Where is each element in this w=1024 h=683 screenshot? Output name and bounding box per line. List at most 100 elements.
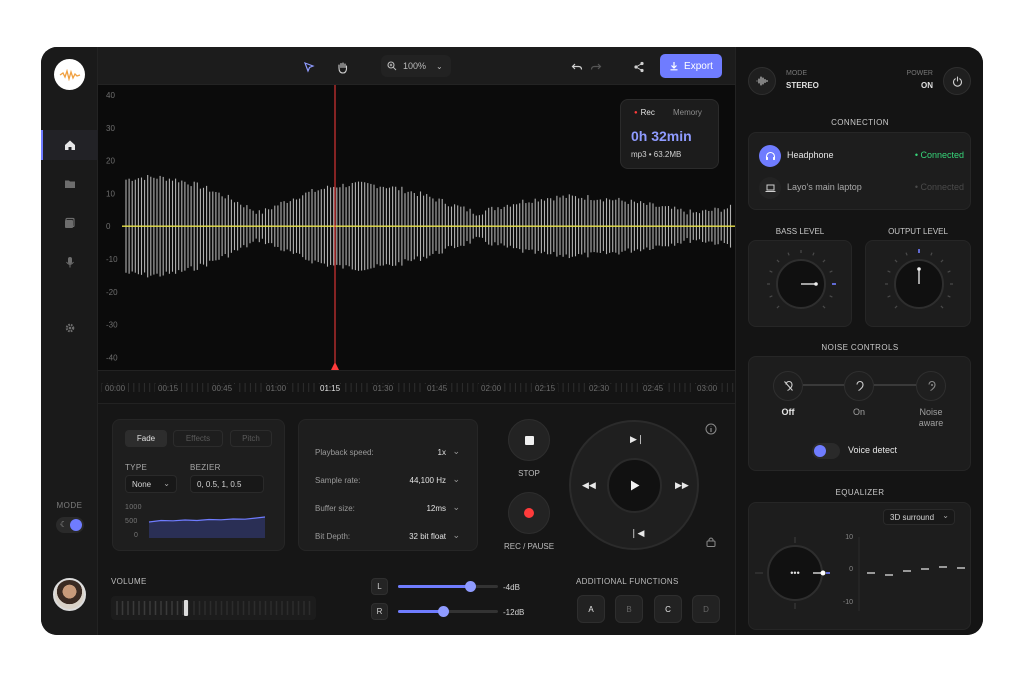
noise-option-aware[interactable]: Noise aware <box>906 407 956 429</box>
chart-tick-500: 500 <box>125 518 138 525</box>
mode-label: MODE <box>56 501 83 510</box>
left-volume-value: -4dB <box>503 583 520 592</box>
setting-row[interactable]: Sample rate: 44,100 Hz ⌄ <box>315 473 460 489</box>
chevron-down-icon: ⌄ <box>452 474 460 484</box>
jog-wheel[interactable]: ▶❘ ◀◀ ▶▶ ❘◀ <box>569 420 699 550</box>
microphone-icon <box>65 257 74 268</box>
noise-off-button[interactable] <box>773 371 803 401</box>
setting-row[interactable]: Buffer size: 12ms ⌄ <box>315 501 460 517</box>
setting-row[interactable]: Bit Depth: 32 bit float ⌄ <box>315 529 460 545</box>
knob-tick <box>905 252 908 256</box>
timeline-label: 02:15 <box>532 384 559 393</box>
soundwave-icon <box>756 76 768 86</box>
sidebar-item-files[interactable] <box>41 169 98 199</box>
knob-tick <box>769 270 773 273</box>
setting-label: Bit Depth: <box>315 532 351 541</box>
y-tick-label: 0 <box>106 222 111 231</box>
hand-tool-icon[interactable] <box>333 58 351 76</box>
waveform-area[interactable]: 40 30 20 10 0 -10 -20 -30 -40 Rec Memory 0h 32mi… <box>98 85 735 370</box>
setting-row[interactable]: Playback speed: 1x ⌄ <box>315 445 460 461</box>
share-icon[interactable] <box>630 58 648 76</box>
knob-tick <box>822 305 826 309</box>
output-knob[interactable] <box>866 241 972 328</box>
noise-on-button[interactable] <box>844 371 874 401</box>
y-tick-label: 40 <box>106 91 115 100</box>
function-button-a[interactable]: A <box>577 595 605 623</box>
play-icon <box>630 480 639 491</box>
right-volume-slider[interactable] <box>398 606 498 617</box>
bezier-input[interactable]: 0, 0.5, 1, 0.5 <box>190 475 264 493</box>
setting-label: Buffer size: <box>315 504 355 513</box>
volume-meter[interactable] <box>111 594 321 622</box>
noise-aware-button[interactable] <box>916 371 946 401</box>
noise-option-off[interactable]: Off <box>763 407 813 417</box>
sidebar-item-record[interactable] <box>41 247 98 277</box>
export-button[interactable]: Export <box>660 54 722 78</box>
device-name: Headphone <box>787 150 834 160</box>
play-button[interactable] <box>607 458 662 513</box>
setting-label: Playback speed: <box>315 448 374 457</box>
right-channel-badge: R <box>371 603 388 620</box>
voice-detect-toggle[interactable] <box>812 443 840 459</box>
timeline-label: 02:00 <box>478 384 505 393</box>
tab-fade[interactable]: Fade <box>125 430 167 447</box>
equalizer-card: 3D surround ⌄ ••• 10 0 -10 <box>748 502 971 630</box>
type-select[interactable]: None ⌄ <box>125 475 177 493</box>
noise-option-on[interactable]: On <box>834 407 884 417</box>
tab-memory[interactable]: Memory <box>673 108 702 117</box>
skip-previous-icon[interactable]: ❘◀ <box>630 528 644 539</box>
timeline-label: 02:30 <box>586 384 613 393</box>
eq-tick-neg10: -10 <box>842 599 853 606</box>
bass-level-card <box>748 240 852 327</box>
sidebar-item-library[interactable] <box>41 208 98 238</box>
pointer-tool-icon[interactable] <box>300 58 318 76</box>
playhead-marker[interactable] <box>331 362 339 370</box>
rewind-icon[interactable]: ◀◀ <box>582 480 596 491</box>
left-volume-slider[interactable] <box>398 581 498 592</box>
tab-effects[interactable]: Effects <box>173 430 223 447</box>
fast-forward-icon[interactable]: ▶▶ <box>675 480 689 491</box>
left-slider-knob[interactable] <box>465 581 476 592</box>
knob-tick <box>776 259 780 263</box>
undo-icon[interactable] <box>568 58 586 76</box>
device-headphone[interactable]: Headphone • Connected <box>757 145 964 167</box>
lock-icon[interactable] <box>706 536 716 547</box>
zoom-dropdown[interactable]: 100% ⌄ <box>381 55 451 77</box>
function-button-c[interactable]: C <box>654 595 682 623</box>
right-slider-knob[interactable] <box>438 606 449 617</box>
noise-controls-title: NOISE CONTROLS <box>821 343 899 352</box>
device-laptop[interactable]: Layo's main laptop • Connected <box>757 177 964 199</box>
redo-icon[interactable] <box>587 58 605 76</box>
fade-curve-chart <box>148 516 266 538</box>
skip-next-icon[interactable]: ▶❘ <box>630 434 644 445</box>
bass-knob[interactable] <box>749 241 853 328</box>
function-button-d[interactable]: D <box>692 595 720 623</box>
timeline-label: 03:00 <box>694 384 721 393</box>
eq-knob-dot <box>820 570 826 576</box>
sidebar-item-home[interactable] <box>41 130 98 160</box>
output-level-title: OUTPUT LEVEL <box>888 227 948 236</box>
knob-pointer-dot <box>917 267 921 271</box>
info-icon[interactable] <box>705 423 717 435</box>
equalizer-controls[interactable]: ••• <box>749 503 972 631</box>
volume-meter-handle[interactable] <box>184 600 188 616</box>
sidebar-item-settings[interactable] <box>41 313 98 343</box>
power-button[interactable] <box>943 67 971 95</box>
chevron-down-icon: ⌄ <box>436 61 443 71</box>
tab-pitch[interactable]: Pitch <box>230 430 272 447</box>
function-button-b[interactable]: B <box>615 595 643 623</box>
tab-rec[interactable]: Rec <box>634 108 655 117</box>
timeline[interactable]: 00:00 00:15 00:45 01:00 01:15 01:30 01:45 02:00… <box>98 370 735 404</box>
record-button[interactable] <box>508 492 550 534</box>
knob-tick <box>940 305 944 309</box>
logo <box>54 59 85 90</box>
avatar[interactable] <box>53 578 86 611</box>
theme-toggle[interactable]: ☾ <box>56 517 84 533</box>
knob-tick <box>787 252 790 256</box>
knob-tick <box>894 305 898 309</box>
stop-button[interactable] <box>508 419 550 461</box>
record-icon <box>524 508 534 518</box>
mode-value: STEREO <box>786 81 819 90</box>
knob-tick <box>776 305 780 309</box>
mode-button[interactable] <box>748 67 776 95</box>
